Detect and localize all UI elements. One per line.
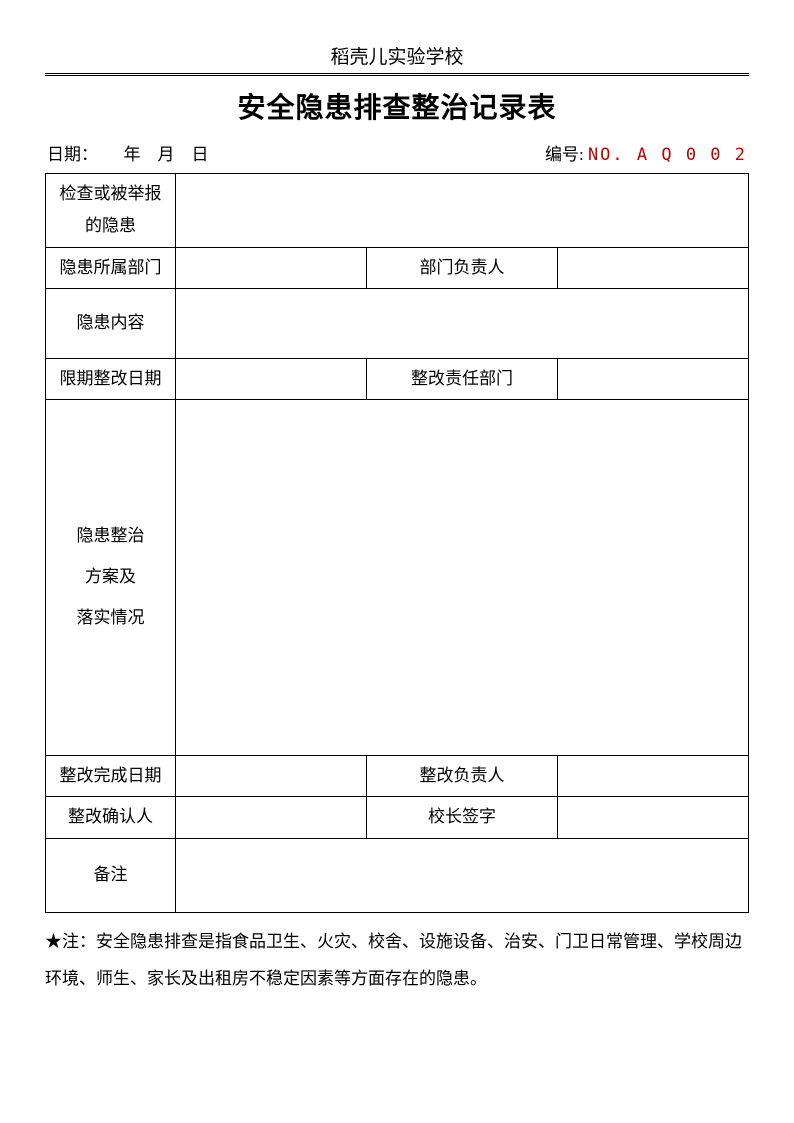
row2-label2: 部门负责人	[367, 247, 558, 288]
row1-label-text: 检查或被举报的隐患	[48, 178, 173, 243]
row6-value2	[558, 756, 749, 797]
date-label: 日期： 年 月 日	[47, 140, 209, 165]
header-divider	[45, 73, 749, 76]
meta-row: 日期： 年 月 日 编号: NO. A Q 0 0 2	[45, 140, 749, 165]
row4-label2: 整改责任部门	[367, 358, 558, 399]
row8-label: 备注	[46, 838, 176, 912]
row7-value2	[558, 797, 749, 838]
row6-label2: 整改负责人	[367, 756, 558, 797]
row6-label: 整改完成日期	[46, 756, 176, 797]
row1-value	[176, 174, 749, 248]
row2-value1	[176, 247, 367, 288]
footnote: ★注：安全隐患排查是指食品卫生、火灾、校舍、设施设备、治安、门卫日常管理、学校周…	[45, 923, 749, 998]
row3-value	[176, 288, 749, 358]
row2-value2	[558, 247, 749, 288]
row5-label-text: 隐患整治方案及落实情况	[48, 516, 173, 638]
row4-label: 限期整改日期	[46, 358, 176, 399]
row6-value1	[176, 756, 367, 797]
row3-label: 隐患内容	[46, 288, 176, 358]
row7-label: 整改确认人	[46, 797, 176, 838]
serial-label: 编号:	[545, 145, 584, 164]
row2-label: 隐患所属部门	[46, 247, 176, 288]
row5-label: 隐患整治方案及落实情况	[46, 400, 176, 756]
record-table: 检查或被举报的隐患 隐患所属部门 部门负责人 隐患内容 限期整改日期 整改责任部…	[45, 173, 749, 913]
row7-label2: 校长签字	[367, 797, 558, 838]
row4-value2	[558, 358, 749, 399]
school-name: 稻壳儿实验学校	[45, 42, 749, 73]
row7-value1	[176, 797, 367, 838]
page-title: 安全隐患排查整治记录表	[45, 86, 749, 126]
row8-value	[176, 838, 749, 912]
row1-label: 检查或被举报的隐患	[46, 174, 176, 248]
serial-number: NO. A Q 0 0 2	[588, 145, 747, 165]
row4-value1	[176, 358, 367, 399]
row5-value	[176, 400, 749, 756]
serial-container: 编号: NO. A Q 0 0 2	[545, 140, 747, 165]
